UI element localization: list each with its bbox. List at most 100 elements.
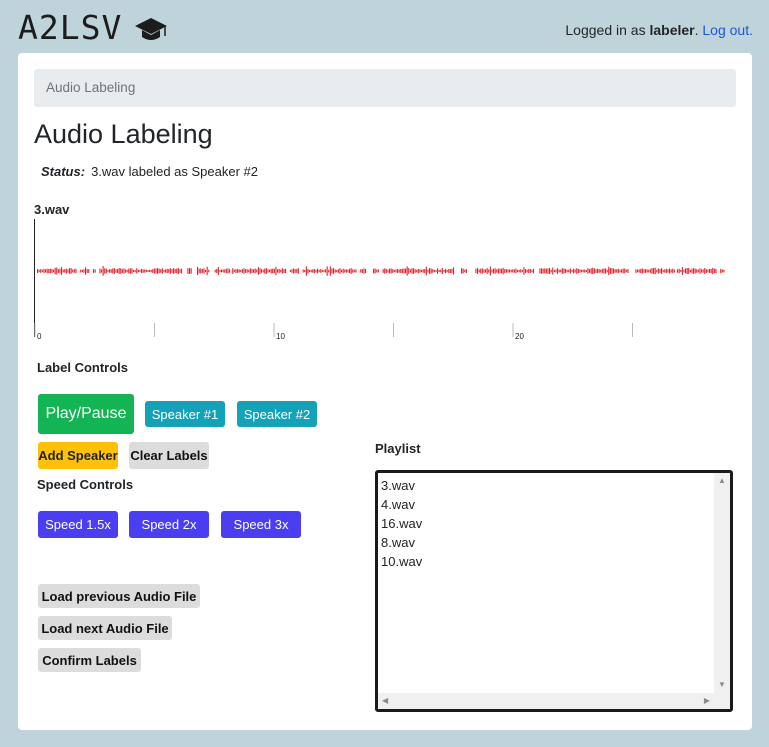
waveform-canvas[interactable]: 0 10 20 — [34, 219, 726, 343]
playlist-item[interactable]: 3.wav — [381, 476, 730, 495]
waveform-bar — [355, 269, 357, 273]
waveform-bar — [131, 268, 133, 274]
status-line: Status: 3.wav labeled as Speaker #2 — [41, 164, 258, 179]
waveform-bar — [416, 269, 418, 273]
waveform-bar — [576, 268, 578, 274]
waveform-bar — [229, 269, 231, 273]
scroll-up-arrow-icon[interactable]: ▲ — [718, 477, 726, 485]
add-speaker-button[interactable]: Add Speaker — [38, 442, 118, 469]
load-previous-button[interactable]: Load previous Audio File — [38, 584, 200, 608]
waveform-bar — [587, 268, 589, 274]
waveform-bar — [702, 269, 704, 273]
waveform-bar — [427, 269, 429, 273]
waveform[interactable]: 0 10 20 — [34, 219, 726, 343]
playlist-item[interactable]: 16.wav — [381, 514, 730, 533]
waveform-bar — [477, 268, 479, 274]
waveform-bar — [216, 268, 218, 273]
waveform-bar — [419, 269, 421, 273]
waveform-bar — [152, 269, 154, 273]
waveform-bar — [294, 269, 296, 273]
waveform-bar — [270, 268, 272, 274]
waveform-bar — [600, 269, 602, 273]
waveform-bar — [571, 270, 573, 272]
waveform-bar — [465, 269, 467, 273]
speaker-2-button[interactable]: Speaker #2 — [237, 401, 317, 427]
waveform-bar — [545, 268, 547, 274]
scroll-down-arrow-icon[interactable]: ▼ — [718, 681, 726, 689]
waveform-bar — [206, 266, 208, 276]
waveform-bar — [397, 269, 399, 273]
waveform-tick-label: 10 — [276, 332, 285, 341]
waveform-bar — [145, 269, 147, 273]
waveform-bar — [333, 268, 335, 274]
speed-1-5x-button[interactable]: Speed 1.5x — [38, 511, 118, 538]
confirm-labels-button[interactable]: Confirm Labels — [38, 648, 141, 672]
waveform-bar — [72, 269, 74, 273]
waveform-bar — [102, 266, 104, 276]
waveform-bar — [46, 268, 48, 274]
waveform-bar — [441, 268, 443, 274]
waveform-bar — [432, 269, 434, 273]
waveform-bar — [353, 269, 355, 273]
waveform-bar — [248, 269, 250, 273]
scroll-right-arrow-icon[interactable]: ▶ — [704, 697, 710, 705]
playlist-horizontal-scrollbar[interactable]: ◀ ▶ — [378, 693, 714, 709]
speaker-1-button[interactable]: Speaker #1 — [145, 401, 225, 427]
waveform-bar — [485, 269, 487, 273]
waveform-bar — [638, 269, 640, 273]
waveform-bar — [678, 268, 680, 274]
playlist-list[interactable]: 3.wav 4.wav 16.wav 8.wav 10.wav — [378, 473, 730, 571]
waveform-bar — [430, 268, 432, 274]
playlist-item[interactable]: 10.wav — [381, 552, 730, 571]
waveform-bar — [273, 268, 275, 274]
waveform-bar — [129, 268, 131, 274]
page-title: Audio Labeling — [34, 119, 213, 149]
playlist-vertical-scrollbar[interactable]: ▲ ▼ — [714, 473, 730, 693]
waveform-bar — [112, 268, 114, 274]
waveform-bar — [392, 269, 394, 273]
waveform-bar — [361, 269, 363, 273]
waveform-bar — [413, 268, 415, 274]
play-pause-button[interactable]: Play/Pause — [38, 394, 134, 434]
waveform-bar — [344, 269, 346, 273]
clear-labels-button[interactable]: Clear Labels — [129, 442, 209, 469]
playlist-item[interactable]: 8.wav — [381, 533, 730, 552]
waveform-bar — [390, 268, 392, 274]
waveform-bar — [163, 269, 165, 273]
waveform-bar — [544, 268, 546, 274]
speed-3x-button[interactable]: Speed 3x — [221, 511, 301, 538]
waveform-bar — [285, 268, 287, 274]
waveform-bar — [296, 269, 298, 273]
waveform-bar — [137, 269, 139, 273]
waveform-bar — [640, 268, 642, 273]
waveform-bar — [267, 269, 269, 273]
waveform-bar — [203, 268, 205, 274]
waveform-bar — [161, 268, 163, 274]
load-next-button[interactable]: Load next Audio File — [38, 616, 172, 640]
waveform-bar — [142, 269, 144, 273]
waveform-bar — [579, 269, 581, 273]
waveform-bar — [69, 268, 71, 274]
waveform-bar — [464, 269, 466, 273]
waveform-bar — [251, 268, 253, 273]
label-controls-heading: Label Controls — [37, 360, 129, 375]
scroll-left-arrow-icon[interactable]: ◀ — [382, 697, 388, 705]
waveform-bar — [249, 268, 251, 274]
waveform-bar — [496, 269, 498, 273]
waveform-bar — [507, 269, 509, 273]
playlist-item[interactable]: 4.wav — [381, 495, 730, 514]
status-text: 3.wav labeled as Speaker #2 — [91, 164, 259, 179]
waveform-bar — [126, 269, 128, 273]
waveform-bar — [616, 269, 618, 273]
speed-2x-button[interactable]: Speed 2x — [129, 511, 209, 538]
waveform-bar — [552, 267, 554, 275]
waveform-bar — [619, 269, 621, 273]
logout-link[interactable]: Log out. — [702, 22, 753, 38]
app-logo[interactable]: A2LSV — [18, 8, 168, 47]
waveform-bar — [721, 269, 723, 273]
waveform-bar — [59, 268, 61, 274]
waveform-bar — [158, 268, 160, 274]
user-info: Logged in as labeler. Log out. — [565, 22, 753, 38]
waveform-bar — [662, 269, 664, 273]
playlist-box[interactable]: 3.wav 4.wav 16.wav 8.wav 10.wav ▲ ▼ ◀ ▶ — [375, 470, 733, 712]
